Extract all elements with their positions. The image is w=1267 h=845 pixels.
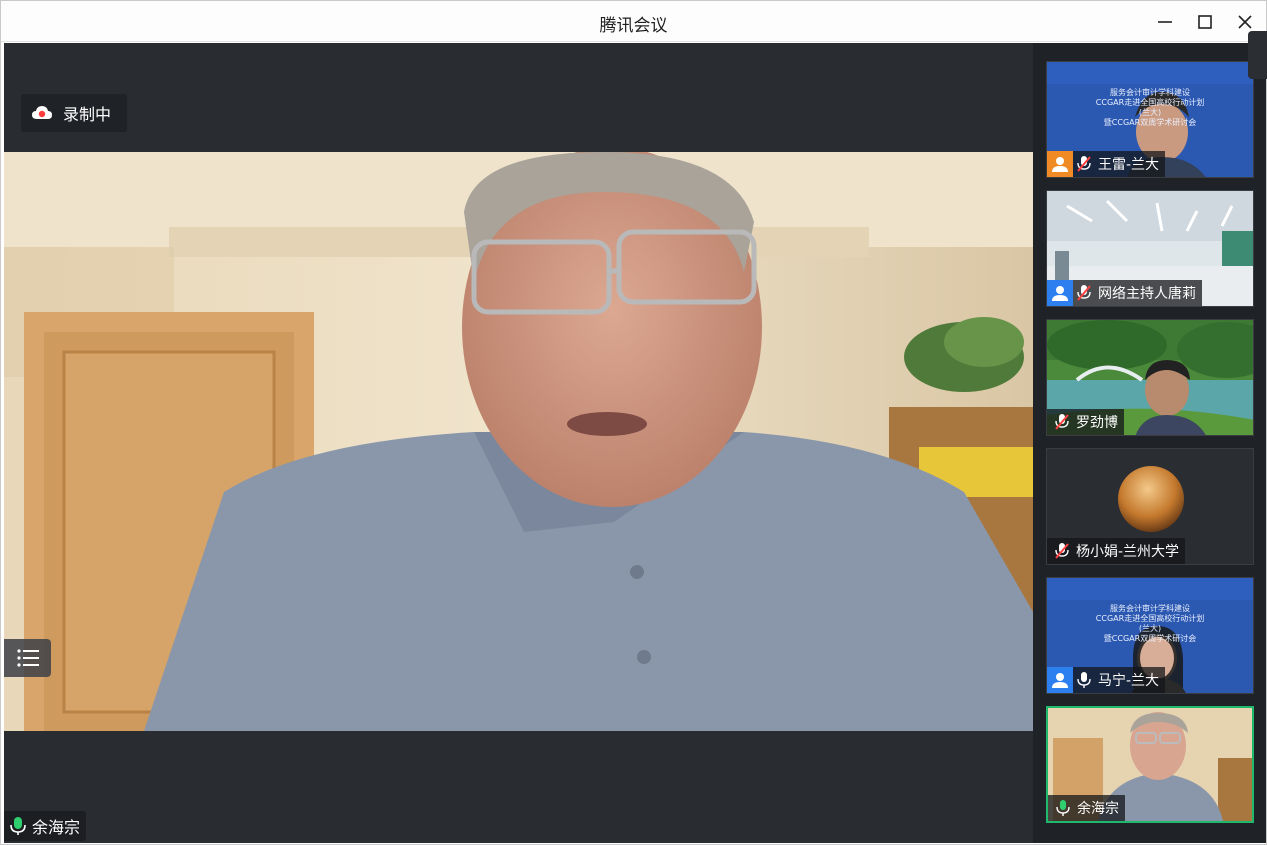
minimize-button[interactable] bbox=[1152, 9, 1178, 35]
mic-on-icon bbox=[1052, 797, 1074, 819]
participant-name: 王雷-兰大 bbox=[1098, 157, 1160, 173]
user-avatar-icon bbox=[1047, 667, 1073, 693]
main-speaker-label: 余海宗 bbox=[4, 811, 87, 841]
participant-name: 马宁-兰大 bbox=[1098, 673, 1160, 689]
maximize-button[interactable] bbox=[1192, 9, 1218, 35]
title-bar: 腾讯会议 bbox=[1, 1, 1266, 42]
mic-on-icon bbox=[1073, 669, 1095, 691]
mic-muted-icon bbox=[1051, 540, 1073, 562]
main-speaker-video[interactable] bbox=[4, 152, 1033, 731]
participant-name: 余海宗 bbox=[1077, 801, 1119, 817]
list-toggle-button[interactable] bbox=[4, 639, 51, 677]
participant-tile[interactable]: 网络主持人唐莉 bbox=[1046, 190, 1254, 307]
list-icon bbox=[16, 649, 39, 667]
window-title: 腾讯会议 bbox=[599, 16, 668, 36]
participant-label: 马宁-兰大 bbox=[1047, 667, 1166, 693]
main-speaker-name: 余海宗 bbox=[32, 818, 81, 837]
close-icon bbox=[1238, 15, 1252, 29]
participant-tile[interactable]: 杨小娟-兰州大学 bbox=[1046, 448, 1254, 565]
mic-muted-icon bbox=[1051, 411, 1073, 433]
participant-tile[interactable]: 服务会计审计学科建设 CCGAR走进全国高校行动计划 (兰大) 暨CCGAR双周… bbox=[1046, 61, 1254, 178]
meeting-window: 腾讯会议 录制中 余海宗 服务会计审计学科建设 CCGAR走进全国高校行动计划 … bbox=[0, 0, 1267, 845]
recording-badge[interactable]: 录制中 bbox=[21, 94, 127, 132]
participant-sidebar: 服务会计审计学科建设 CCGAR走进全国高校行动计划 (兰大) 暨CCGAR双周… bbox=[1033, 43, 1266, 843]
participant-label: 罗劲博 bbox=[1047, 409, 1124, 435]
cloud-record-icon bbox=[32, 106, 52, 119]
participant-tile[interactable]: 罗劲博 bbox=[1046, 319, 1254, 436]
participant-label: 余海宗 bbox=[1048, 795, 1125, 821]
slide-line: 暨CCGAR双周学术研讨会 bbox=[1103, 634, 1197, 643]
user-avatar-icon bbox=[1047, 280, 1073, 306]
slide-line: (兰大) bbox=[1138, 108, 1162, 117]
participant-name: 网络主持人唐莉 bbox=[1098, 286, 1196, 302]
participant-label: 王雷-兰大 bbox=[1047, 151, 1166, 177]
slide-line: 服务会计审计学科建设 bbox=[1110, 88, 1190, 97]
participant-label: 网络主持人唐莉 bbox=[1047, 280, 1202, 306]
slide-line: CCGAR走进全国高校行动计划 bbox=[1095, 614, 1205, 623]
sidebar-collapse-handle[interactable] bbox=[1248, 31, 1267, 79]
minimize-icon bbox=[1158, 21, 1172, 23]
slide-line: 服务会计审计学科建设 bbox=[1110, 604, 1190, 613]
user-avatar-icon bbox=[1047, 151, 1073, 177]
mic-muted-icon bbox=[1073, 282, 1095, 304]
slide-line: (兰大) bbox=[1138, 624, 1162, 633]
slide-line: CCGAR走进全国高校行动计划 bbox=[1095, 98, 1205, 107]
main-stage: 录制中 余海宗 bbox=[4, 43, 1033, 843]
mic-on-icon bbox=[10, 817, 26, 835]
speaker-video-frame bbox=[4, 152, 1033, 731]
participant-name: 罗劲博 bbox=[1076, 415, 1118, 431]
participant-tile-active[interactable]: 余海宗 bbox=[1046, 706, 1254, 823]
slide-line: 暨CCGAR双周学术研讨会 bbox=[1103, 118, 1197, 127]
mic-muted-icon bbox=[1073, 153, 1095, 175]
maximize-icon bbox=[1198, 15, 1212, 29]
participant-name: 杨小娟-兰州大学 bbox=[1076, 544, 1180, 560]
participant-label: 杨小娟-兰州大学 bbox=[1047, 538, 1186, 564]
participant-tile[interactable]: 服务会计审计学科建设 CCGAR走进全国高校行动计划 (兰大) 暨CCGAR双周… bbox=[1046, 577, 1254, 694]
recording-label: 录制中 bbox=[63, 105, 112, 124]
